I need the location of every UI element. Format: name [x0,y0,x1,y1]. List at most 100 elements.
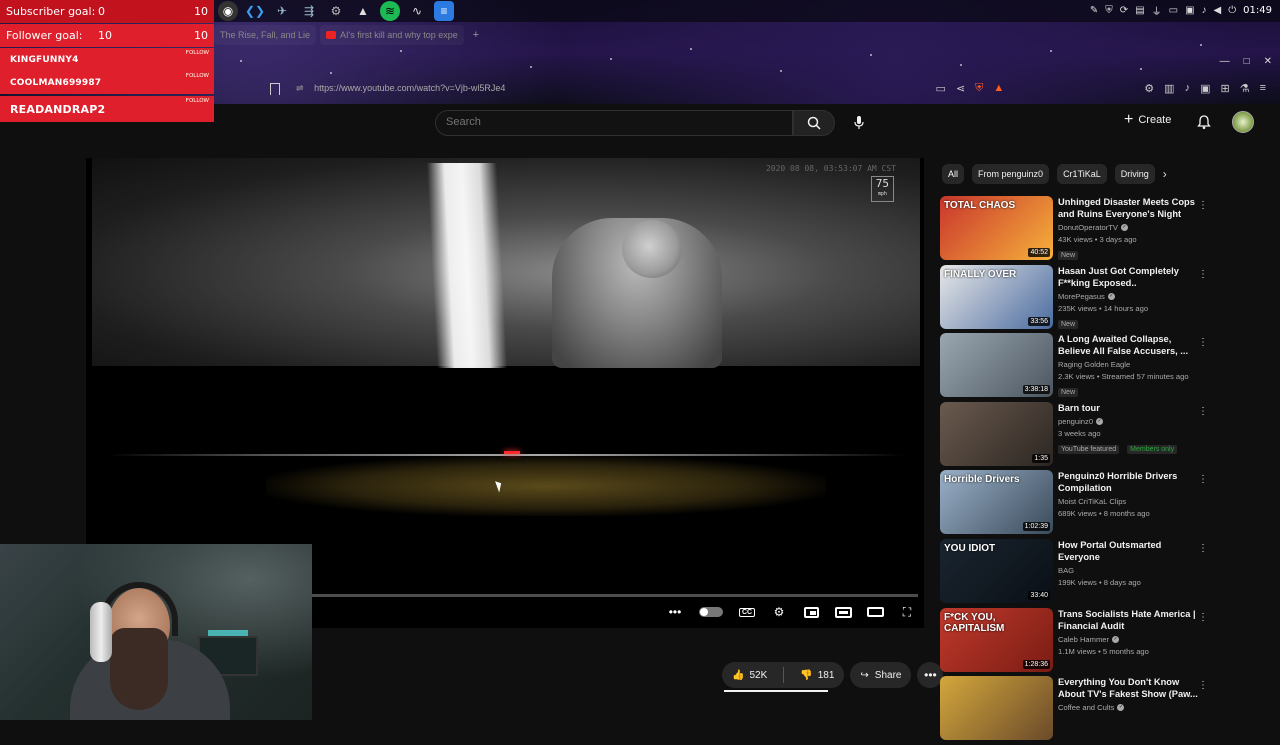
recommendation-item[interactable]: Horrible Drivers 1:02:39 Penguinz0 Horribl… [940,470,1216,539]
shield-icon[interactable]: ⛨ [1105,5,1113,16]
recommendation-item[interactable]: FINALLY OVER 33:56 Hasan Just Got Complete… [940,264,1216,334]
theater-mode-icon[interactable] [834,604,852,620]
power-icon[interactable]: ⏻ [1228,5,1236,16]
spotify-icon[interactable]: ≋ [380,1,400,21]
captions-button[interactable]: CC [738,604,756,620]
vscode-icon[interactable]: ❮❯ [245,1,265,21]
obs-icon[interactable]: ◉ [218,1,238,21]
close-icon[interactable]: ✕ [1264,56,1272,67]
channel-name[interactable]: Raging Golden Eagle [1058,360,1198,369]
share-page-icon[interactable]: ⋖ [956,82,965,95]
miniplayer-icon[interactable] [802,604,820,620]
minimize-icon[interactable]: — [1220,56,1230,67]
recommendation-item[interactable]: F*CK YOU, CAPITALISM 1:28:36 Trans Sociali… [940,607,1216,677]
remote-icon[interactable]: ⇶ [299,1,319,21]
video-thumbnail[interactable]: 3:38:18 [940,333,1053,398]
search-button[interactable] [793,110,835,136]
sync-icon[interactable]: ⟳ [1120,5,1128,16]
video-title[interactable]: Barn tour [1058,402,1198,414]
chip-from-channel[interactable]: From penguinz0 [972,164,1050,184]
wallet-icon[interactable]: ⊞ [1220,82,1229,95]
video-title[interactable]: Unhinged Disaster Meets Cops and Ruins E… [1058,196,1198,220]
brave-shield-icon[interactable]: ⛨ [975,82,983,95]
kebab-menu-icon[interactable]: ⋮ [1198,680,1208,691]
dislike-button[interactable]: 👎 181 [790,662,844,688]
pip-icon[interactable]: ▭ [936,82,946,95]
kebab-menu-icon[interactable]: ⋮ [1198,406,1208,417]
kebab-menu-icon[interactable]: ⋮ [1198,269,1208,280]
display-icon[interactable]: ▭ [1169,5,1178,16]
channel-name[interactable]: BAG [1058,566,1198,575]
video-title[interactable]: Trans Socialists Hate America | Financia… [1058,608,1198,632]
steam-icon[interactable]: ✈ [272,1,292,21]
kebab-menu-icon[interactable]: ⋮ [1198,200,1208,211]
flask-icon[interactable]: ⚗ [1240,82,1250,95]
kebab-menu-icon[interactable]: ⋮ [1198,612,1208,623]
sidebar-icon[interactable]: ▥ [1164,82,1174,95]
chip-critikal[interactable]: Cr1TiKaL [1057,164,1107,184]
channel-name[interactable]: Coffee and Cults ✓ [1058,703,1198,712]
video-thumbnail[interactable]: Horrible Drivers 1:02:39 [940,470,1053,535]
voice-search-button[interactable] [849,112,869,134]
recommendation-item[interactable]: 3:38:18 A Long Awaited Collapse, Believe … [940,333,1216,402]
music-icon[interactable]: ♪ [1185,82,1191,95]
chevron-right-icon[interactable]: › [1163,167,1179,181]
url-field[interactable]: ⇌ https://www.youtube.com/watch?v=Vjb-wl… [296,83,505,94]
usb-icon[interactable]: ⏚ [1152,3,1162,18]
like-button[interactable]: 👍 52K [722,662,777,688]
pen-icon[interactable]: ✎ [1090,5,1098,16]
gpu-icon[interactable]: ▣ [1185,5,1194,16]
cast-icon[interactable] [866,604,884,620]
browser-tab[interactable]: AI's first kill and why top expe [320,25,464,45]
autoplay-toggle[interactable] [698,604,724,620]
kebab-menu-icon[interactable]: ⋮ [1198,474,1208,485]
video-title[interactable]: Everything You Don't Know About TV's Fak… [1058,676,1198,700]
video-thumbnail[interactable] [940,676,1053,741]
video-thumbnail[interactable]: YOU IDIOT 33:40 [940,538,1053,603]
bell-icon[interactable] [1196,114,1212,130]
music-icon[interactable]: ♪ [1202,5,1207,16]
video-title[interactable]: How Portal Outsmarted Everyone [1058,539,1198,563]
search-input[interactable] [446,116,776,128]
chip-all[interactable]: All [942,164,965,184]
brave-rewards-icon[interactable]: ▲ [993,82,1004,95]
clipboard-icon[interactable]: ▤ [1135,5,1144,16]
channel-name[interactable]: Moist CriTiKaL Clips [1058,497,1198,506]
channel-name[interactable]: DonutOperatorTV ✓ [1058,223,1198,232]
site-info-icon[interactable]: ⇌ [296,83,304,93]
video-title[interactable]: Hasan Just Got Completely F**king Expose… [1058,265,1198,289]
progress-bar[interactable] [312,594,918,597]
terminal-icon[interactable]: ▲ [353,1,373,21]
video-thumbnail[interactable]: F*CK YOU, CAPITALISM 1:28:36 [940,607,1053,672]
recommendation-item[interactable]: TOTAL CHAOS 40:52 Unhinged Disaster Meets … [940,196,1216,265]
video-thumbnail[interactable]: 1:35 [940,401,1053,466]
new-tab-button[interactable]: + [468,27,484,43]
video-thumbnail[interactable]: FINALLY OVER 33:56 [940,264,1053,329]
fullscreen-icon[interactable]: ⛶ [898,604,916,620]
browser-tab[interactable]: The Rise, Fall, and Lie [214,25,317,45]
recommendation-item[interactable]: Everything You Don't Know About TV's Fak… [940,676,1216,745]
video-title[interactable]: A Long Awaited Collapse, Believe All Fal… [1058,333,1198,357]
downloads-icon[interactable]: ▣ [1200,82,1210,95]
video-thumbnail[interactable]: TOTAL CHAOS 40:52 [940,196,1053,260]
extensions-icon[interactable]: ⚙ [1144,82,1154,95]
recommendation-item[interactable]: 1:35 Barn tour penguinz0 ✓ 3 weeks ago YouTub… [940,401,1216,471]
video-title[interactable]: Penguinz0 Horrible Drivers Compilation [1058,470,1198,494]
volume-icon[interactable]: ◀ [1214,5,1222,16]
share-button[interactable]: ↪ Share [850,662,912,688]
kebab-menu-icon[interactable]: ⋮ [1198,543,1208,554]
bookmark-icon[interactable] [270,83,280,95]
menu-icon[interactable]: ≡ [1260,82,1266,95]
channel-name[interactable]: MorePegasus ✓ [1058,292,1198,301]
maximize-icon[interactable]: □ [1244,56,1250,67]
docs-icon[interactable]: ≡ [434,1,454,21]
chart-app-icon[interactable]: ∿ [407,1,427,21]
chip-driving[interactable]: Driving [1114,164,1155,184]
create-button[interactable]: + Create [1124,112,1171,128]
settings-icon[interactable]: ⚙ [770,604,788,620]
channel-name[interactable]: penguinz0 ✓ [1058,417,1198,426]
avatar[interactable] [1232,111,1254,133]
kebab-menu-icon[interactable]: ⋮ [1198,337,1208,348]
recommendation-item[interactable]: YOU IDIOT 33:40 How Portal Outsmarted Ever… [940,538,1216,608]
tool-icon[interactable]: ⚙ [326,1,346,21]
